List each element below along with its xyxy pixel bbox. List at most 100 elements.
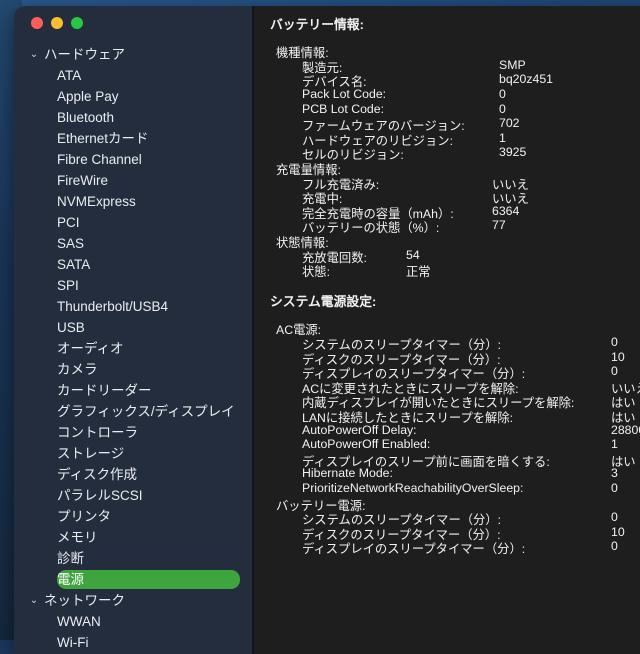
section-header: システム電源設定: — [254, 291, 640, 306]
sidebar-item-label: Ethernetカード — [57, 128, 149, 149]
detail-row: Hibernate Mode: 3 — [254, 466, 640, 481]
detail-key: PCB Lot Code: — [302, 102, 384, 116]
sidebar-item-label: カードリーダー — [57, 380, 152, 401]
detail-row: デバイス名:bq20z451 — [254, 72, 640, 87]
sidebar-list: ⌄ハードウェアATAApple PayBluetoothEthernetカードF… — [14, 44, 252, 654]
sidebar-item-13[interactable]: USB — [14, 317, 252, 338]
minimize-button[interactable] — [51, 17, 63, 29]
detail-value: 10 — [611, 525, 625, 539]
detail-row: 内蔵ディスプレイが開いたときにスリープを解除:はい — [254, 393, 640, 408]
detail-row: 充放電回数:54 — [254, 248, 640, 263]
sidebar-item-4[interactable]: Ethernetカード — [14, 128, 252, 149]
sidebar-item-label: ディスク作成 — [57, 464, 137, 485]
detail-key: AutoPowerOff Enabled: — [302, 437, 430, 451]
detail-value: bq20z451 — [499, 72, 553, 86]
sidebar-item-0[interactable]: ⌄ハードウェア — [14, 44, 252, 65]
sidebar-item-21[interactable]: パラレルSCSI — [14, 485, 252, 506]
sidebar-item-label: パラレルSCSI — [57, 485, 143, 506]
close-button[interactable] — [31, 17, 43, 29]
sidebar-item-9[interactable]: SAS — [14, 233, 252, 254]
detail-value: 10 — [611, 350, 625, 364]
spacer — [254, 6, 640, 14]
sidebar-item-18[interactable]: コントローラ — [14, 422, 252, 443]
detail-key: ディスプレイのスリープタイマー（分）: — [302, 539, 525, 557]
detail-row: LANに接続したときにスリープを解除:はい — [254, 408, 640, 423]
detail-value: 77 — [492, 218, 506, 232]
chevron-down-icon[interactable]: ⌄ — [28, 590, 40, 611]
sidebar-item-label: Apple Pay — [57, 86, 119, 107]
detail-value: 28800 — [611, 423, 640, 437]
sidebar-item-label: オーディオ — [57, 338, 124, 359]
sidebar-item-25[interactable]: 電源 — [14, 569, 252, 590]
sidebar-item-6[interactable]: FireWire — [14, 170, 252, 191]
detail-value: 1 — [499, 131, 506, 145]
sidebar-item-label: SATA — [57, 254, 90, 275]
system-information-window: ⌄ハードウェアATAApple PayBluetoothEthernetカードF… — [14, 6, 640, 654]
detail-row: セルのリビジョン:3925 — [254, 145, 640, 160]
sidebar: ⌄ハードウェアATAApple PayBluetoothEthernetカードF… — [14, 6, 252, 654]
section-header: バッテリー情報: — [254, 14, 640, 29]
selection-highlight — [57, 570, 240, 589]
sidebar-item-label: Thunderbolt/USB4 — [57, 296, 168, 317]
sidebar-item-label: Wi-Fi — [57, 632, 88, 653]
detail-row: AutoPowerOff Enabled:1 — [254, 437, 640, 452]
sidebar-item-15[interactable]: カメラ — [14, 359, 252, 380]
section-header: 状態情報: — [254, 233, 640, 248]
sidebar-item-label: USB — [57, 317, 85, 338]
sidebar-item-8[interactable]: PCI — [14, 212, 252, 233]
detail-row: ディスクのスリープタイマー（分）:10 — [254, 350, 640, 365]
sidebar-item-11[interactable]: SPI — [14, 275, 252, 296]
sidebar-item-24[interactable]: 診断 — [14, 548, 252, 569]
detail-value: 0 — [611, 364, 618, 378]
sidebar-item-14[interactable]: オーディオ — [14, 338, 252, 359]
sidebar-item-label: Bluetooth — [57, 107, 114, 128]
detail-row: ディスプレイのスリープ前に画面を暗くする:はい — [254, 452, 640, 467]
sidebar-item-19[interactable]: ストレージ — [14, 443, 252, 464]
section-header: バッテリー電源: — [254, 496, 640, 511]
detail-key: Hibernate Mode: — [302, 466, 393, 480]
detail-row: 状態:正常 — [254, 262, 640, 277]
sidebar-item-20[interactable]: ディスク作成 — [14, 464, 252, 485]
detail-value: 0 — [611, 539, 618, 553]
detail-row: PrioritizeNetworkReachabilityOverSleep:0 — [254, 481, 640, 496]
detail-key: Pack Lot Code: — [302, 87, 386, 101]
sidebar-item-label: グラフィックス/ディスプレイ — [57, 401, 235, 422]
sidebar-item-12[interactable]: Thunderbolt/USB4 — [14, 296, 252, 317]
sidebar-item-label: FireWire — [57, 170, 108, 191]
zoom-button[interactable] — [71, 17, 83, 29]
detail-key: AutoPowerOff Delay: — [302, 423, 417, 437]
detail-value: 0 — [499, 87, 506, 101]
sidebar-item-label: ATA — [57, 65, 81, 86]
sidebar-item-7[interactable]: NVMExpress — [14, 191, 252, 212]
sidebar-item-label: ストレージ — [57, 443, 124, 464]
sidebar-item-10[interactable]: SATA — [14, 254, 252, 275]
chevron-down-icon[interactable]: ⌄ — [28, 44, 40, 65]
detail-value: 0 — [499, 102, 506, 116]
sidebar-item-16[interactable]: カードリーダー — [14, 380, 252, 401]
detail-row: 製造元:SMP — [254, 58, 640, 73]
section-header: 機種情報: — [254, 43, 640, 58]
sidebar-item-label: NVMExpress — [57, 191, 136, 212]
sidebar-item-label: SAS — [57, 233, 84, 254]
sidebar-item-1[interactable]: ATA — [14, 65, 252, 86]
sidebar-item-26[interactable]: ⌄ネットワーク — [14, 590, 252, 611]
sidebar-item-27[interactable]: WWAN — [14, 611, 252, 632]
detail-row: ディスプレイのスリープタイマー（分）:0 — [254, 364, 640, 379]
sidebar-item-17[interactable]: グラフィックス/ディスプレイ — [14, 401, 252, 422]
detail-key: 状態: — [302, 262, 330, 280]
detail-pane: バッテリー情報: 機種情報:製造元:SMPデバイス名:bq20z451Pack L… — [254, 6, 640, 654]
window-controls — [31, 17, 83, 29]
section-header: 充電量情報: — [254, 160, 640, 175]
sidebar-item-5[interactable]: Fibre Channel — [14, 149, 252, 170]
detail-row: ファームウェアのバージョン:702 — [254, 116, 640, 131]
sidebar-item-label: ハードウェア — [44, 44, 125, 65]
sidebar-item-28[interactable]: Wi-Fi — [14, 632, 252, 653]
sidebar-item-23[interactable]: メモリ — [14, 527, 252, 548]
sidebar-item-22[interactable]: プリンタ — [14, 506, 252, 527]
detail-value: 3 — [611, 466, 618, 480]
detail-row: システムのスリープタイマー（分）:0 — [254, 335, 640, 350]
sidebar-item-3[interactable]: Bluetooth — [14, 107, 252, 128]
detail-value: 54 — [406, 248, 420, 262]
detail-row: ディスプレイのスリープタイマー（分）: 0 — [254, 539, 640, 554]
sidebar-item-2[interactable]: Apple Pay — [14, 86, 252, 107]
